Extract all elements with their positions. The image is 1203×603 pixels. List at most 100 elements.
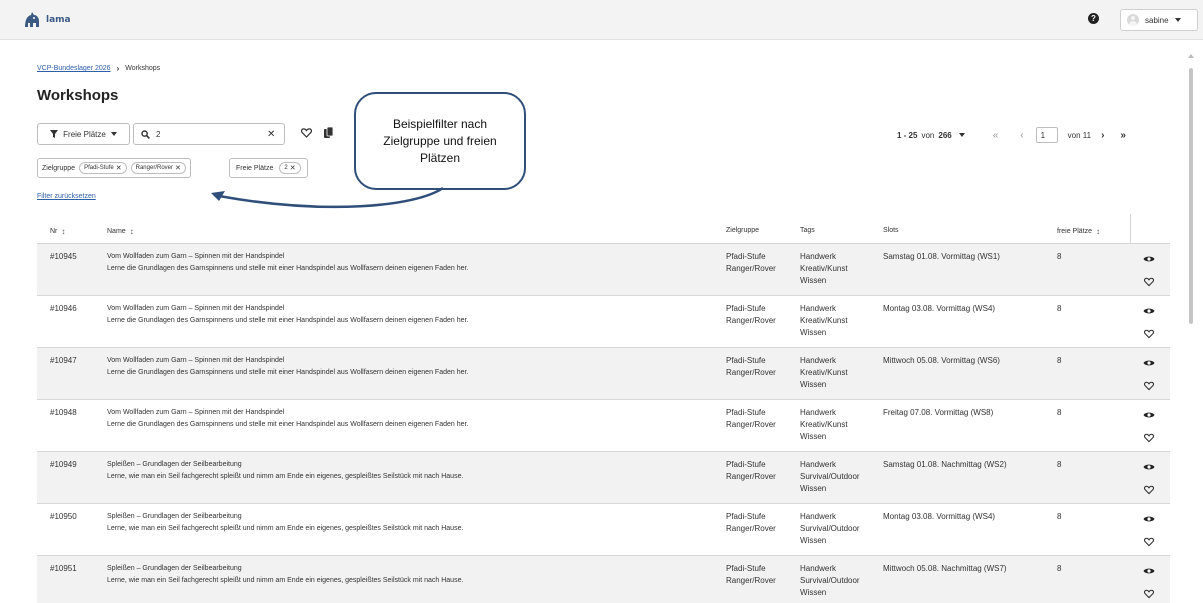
workshop-title: Vom Wollfaden zum Garn – Spinnen mit der… bbox=[107, 357, 285, 364]
row-tags: Handwerk Kreativ/Kunst Wissen bbox=[800, 303, 848, 339]
top-bar: lama ? sabine bbox=[0, 0, 1203, 40]
workshop-title: Vom Wollfaden zum Garn – Spinnen mit der… bbox=[107, 253, 285, 260]
row-zielgruppe: Pfadi-Stufe Ranger/Rover bbox=[726, 511, 776, 535]
tag: Survival/Outdoor bbox=[800, 472, 860, 481]
breadcrumb: VCP-Bundeslager 2026 › Workshops bbox=[37, 64, 160, 73]
eye-icon[interactable] bbox=[1143, 253, 1155, 265]
tag: Handwerk bbox=[800, 512, 837, 521]
scroll-thumb[interactable] bbox=[1189, 68, 1193, 324]
row-tags: Handwerk Survival/Outdoor Wissen bbox=[800, 511, 860, 547]
eye-icon[interactable] bbox=[1143, 565, 1155, 577]
column-header-name[interactable]: Name ↕ bbox=[107, 227, 134, 236]
row-name: Spleißen – Grundlagen der Seilbearbeitun… bbox=[107, 563, 463, 587]
close-icon[interactable]: ✕ bbox=[175, 164, 181, 172]
search-input[interactable] bbox=[156, 129, 261, 139]
close-icon[interactable]: ✕ bbox=[290, 164, 296, 172]
filter-chip[interactable]: Ranger/Rover ✕ bbox=[130, 162, 186, 174]
table-row[interactable]: #10946 Vom Wollfaden zum Garn – Spinnen … bbox=[37, 296, 1170, 348]
row-actions bbox=[1143, 357, 1157, 397]
table-row[interactable]: #10951 Spleißen – Grundlagen der Seilbea… bbox=[37, 556, 1170, 603]
eye-icon[interactable] bbox=[1143, 305, 1155, 317]
table-row[interactable]: #10945 Vom Wollfaden zum Garn – Spinnen … bbox=[37, 244, 1170, 296]
workshop-title: Spleißen – Grundlagen der Seilbearbeitun… bbox=[107, 513, 242, 520]
table-row[interactable]: #10950 Spleißen – Grundlagen der Seilbea… bbox=[37, 504, 1170, 556]
eye-icon[interactable] bbox=[1143, 513, 1155, 525]
heart-outline-icon[interactable] bbox=[1144, 277, 1154, 287]
target-group: Ranger/Rover bbox=[726, 472, 776, 481]
scroll-up-icon[interactable] bbox=[1188, 54, 1194, 58]
tag: Kreativ/Kunst bbox=[800, 420, 848, 429]
app-logo[interactable]: lama bbox=[22, 10, 71, 30]
sort-icon[interactable]: ↕ bbox=[1096, 227, 1100, 236]
page-scrollbar[interactable] bbox=[1186, 52, 1196, 603]
chevron-down-icon bbox=[1174, 18, 1181, 22]
pagination: 1 - 25 von 266 « ‹ von 11 › » bbox=[897, 126, 1126, 144]
row-free-places: 8 bbox=[1057, 252, 1062, 261]
filter-chip[interactable]: 2 ✕ bbox=[279, 162, 301, 174]
question-circle-icon[interactable]: ? bbox=[1088, 13, 1099, 24]
annotation-callout: Beispielfilter nach Zielgruppe und freie… bbox=[354, 92, 526, 190]
breadcrumb-parent-link[interactable]: VCP-Bundeslager 2026 bbox=[37, 65, 111, 72]
row-zielgruppe: Pfadi-Stufe Ranger/Rover bbox=[726, 563, 776, 587]
target-group: Ranger/Rover bbox=[726, 368, 776, 377]
chevron-down-icon bbox=[958, 133, 965, 137]
heart-outline-icon[interactable] bbox=[1144, 329, 1154, 339]
tag: Handwerk bbox=[800, 408, 837, 417]
heart-outline-icon[interactable] bbox=[1144, 537, 1154, 547]
row-actions bbox=[1143, 305, 1157, 345]
filter-dropdown-label: Freie Plätze bbox=[63, 129, 106, 139]
workshops-table: Nr ↕ Name ↕ Zielgruppe Tags Slots freie … bbox=[37, 214, 1170, 603]
workshop-description: Lerne die Grundlagen des Garnspinnens un… bbox=[107, 265, 469, 272]
heart-outline-icon[interactable] bbox=[1144, 381, 1154, 391]
table-row[interactable]: #10947 Vom Wollfaden zum Garn – Spinnen … bbox=[37, 348, 1170, 400]
sort-icon[interactable]: ↕ bbox=[130, 227, 134, 236]
row-free-places: 8 bbox=[1057, 512, 1062, 521]
target-group: Pfadi-Stufe bbox=[726, 408, 766, 417]
table-row[interactable]: #10948 Vom Wollfaden zum Garn – Spinnen … bbox=[37, 400, 1170, 452]
active-filter-zielgruppe: Zielgruppe Pfadi-Stufe ✕ Ranger/Rover ✕ bbox=[37, 158, 191, 178]
filter-chip[interactable]: Pfadi-Stufe ✕ bbox=[79, 162, 127, 174]
heart-outline-icon[interactable] bbox=[1144, 485, 1154, 495]
heart-outline-icon[interactable] bbox=[1144, 589, 1154, 599]
close-icon[interactable]: ✕ bbox=[116, 164, 122, 172]
tag: Wissen bbox=[800, 276, 827, 285]
heart-outline-icon[interactable] bbox=[1144, 433, 1154, 443]
table-row[interactable]: #10949 Spleißen – Grundlagen der Seilbea… bbox=[37, 452, 1170, 504]
eye-icon[interactable] bbox=[1143, 357, 1155, 369]
page-range-selector[interactable]: 1 - 25 von 266 bbox=[897, 131, 965, 140]
page-number-input[interactable] bbox=[1035, 127, 1058, 143]
row-slot: Samstag 01.08. Nachmittag (WS2) bbox=[883, 460, 1007, 469]
eye-icon[interactable] bbox=[1143, 409, 1155, 421]
row-free-places: 8 bbox=[1057, 356, 1062, 365]
chip-label: Ranger/Rover bbox=[135, 165, 173, 171]
clear-search-icon[interactable]: ✕ bbox=[267, 129, 275, 140]
first-page-icon[interactable]: « bbox=[993, 130, 999, 141]
row-slot: Montag 03.08. Vormittag (WS4) bbox=[883, 304, 996, 313]
column-header-nr[interactable]: Nr ↕ bbox=[50, 227, 65, 236]
header-label: Tags bbox=[800, 227, 815, 234]
prev-page-icon[interactable]: ‹ bbox=[1020, 130, 1023, 141]
tag: Wissen bbox=[800, 536, 827, 545]
sort-icon[interactable]: ↕ bbox=[61, 227, 65, 236]
reset-filters-link[interactable]: Filter zurücksetzen bbox=[37, 193, 96, 200]
row-number: #10946 bbox=[50, 304, 77, 313]
row-free-places: 8 bbox=[1057, 304, 1062, 313]
copy-icon[interactable] bbox=[324, 127, 333, 138]
heart-outline-icon[interactable] bbox=[301, 128, 312, 138]
tag: Wissen bbox=[800, 328, 827, 337]
row-name: Vom Wollfaden zum Garn – Spinnen mit der… bbox=[107, 303, 468, 327]
last-page-icon[interactable]: » bbox=[1120, 130, 1126, 141]
row-zielgruppe: Pfadi-Stufe Ranger/Rover bbox=[726, 355, 776, 379]
header-label: Nr bbox=[50, 228, 58, 235]
next-page-icon[interactable]: › bbox=[1101, 130, 1104, 141]
workshop-title: Vom Wollfaden zum Garn – Spinnen mit der… bbox=[107, 305, 285, 312]
filter-dropdown-button[interactable]: Freie Plätze bbox=[37, 123, 130, 145]
row-free-places: 8 bbox=[1057, 460, 1062, 469]
column-header-zielgruppe: Zielgruppe bbox=[726, 227, 759, 234]
row-slot: Montag 03.08. Vormittag (WS4) bbox=[883, 512, 996, 521]
user-menu-button[interactable]: sabine bbox=[1120, 9, 1198, 31]
column-header-freie-plaetze[interactable]: freie Plätze ↕ bbox=[1057, 227, 1100, 236]
breadcrumb-current: Workshops bbox=[125, 65, 161, 72]
eye-icon[interactable] bbox=[1143, 461, 1155, 473]
workshop-description: Lerne die Grundlagen des Garnspinnens un… bbox=[107, 317, 469, 324]
